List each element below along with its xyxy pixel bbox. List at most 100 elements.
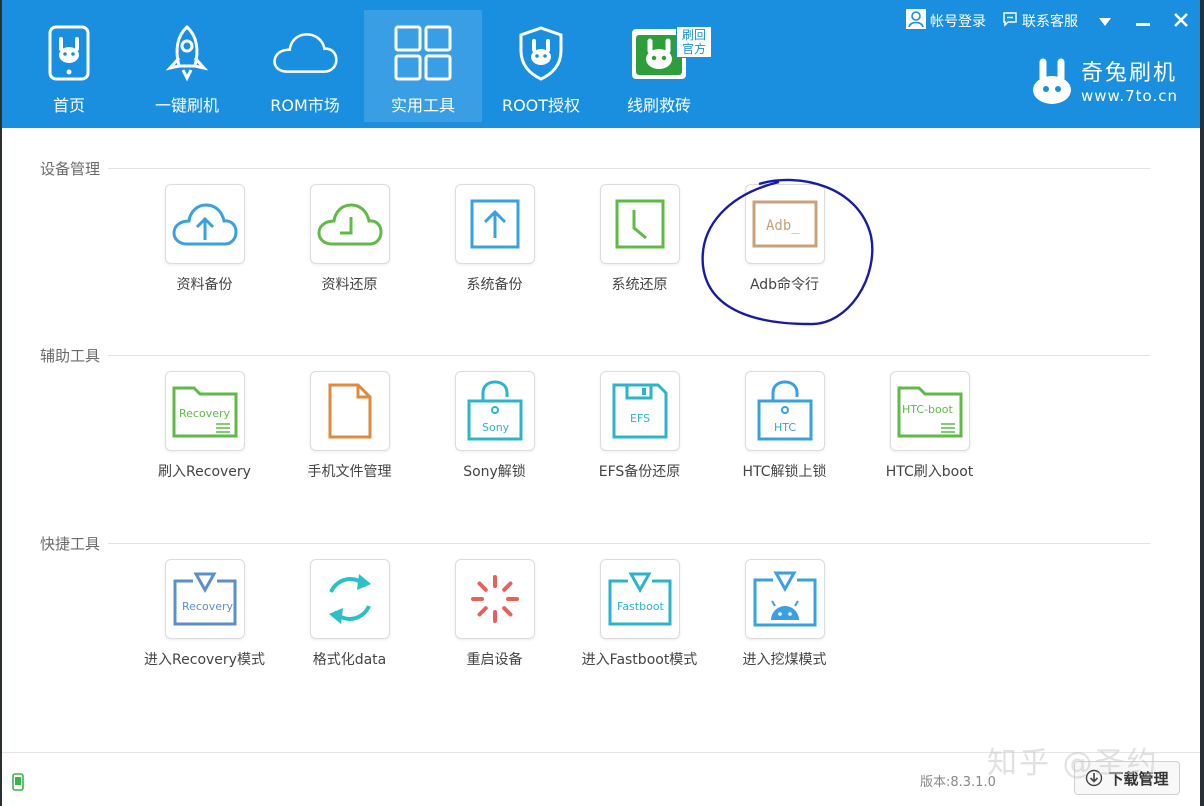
nav-item-rescue[interactable]: 线刷救砖 刷回官方 [600,10,718,122]
section-quick-tools: 快捷工具 Recovery 进入Recovery模式 格式化data 重启设备 [40,533,1150,668]
nav-item-one-click-flash[interactable]: 一键刷机 [128,10,246,122]
tool-enter-fastboot-mode[interactable]: Fastboot 进入Fastboot模式 [567,559,712,669]
tool-efs-backup[interactable]: EFS EFS备份还原 [567,371,712,481]
menu-dropdown-button[interactable] [1086,6,1124,36]
nav-label: 一键刷机 [154,96,219,115]
htc-unlock-icon: HTC [744,371,825,451]
section-title: 设备管理 [40,159,101,178]
flash-back-official-badge: 刷回官方 [676,26,712,58]
efs-icon-text: EFS [630,412,650,425]
tool-system-backup[interactable]: 系统备份 [422,184,567,294]
brand-logo: 奇兔刷机 www.7to.cn [1031,58,1178,110]
recovery-mode-icon: Recovery [164,559,245,639]
support-label: 联系客服 [1022,14,1078,30]
chevron-down-icon [1098,11,1112,32]
download-mode-icon [744,559,825,639]
tool-label: 进入Fastboot模式 [581,652,698,668]
minimize-button[interactable] [1124,6,1162,36]
cloud-restore-icon [309,184,390,264]
tool-htc-unlock[interactable]: HTC HTC解锁上锁 [712,371,857,481]
format-refresh-icon [309,559,390,639]
main-nav: 首页 一键刷机 ROM市场 实用工具 ROOT授权 线刷救砖 刷回官方 [10,10,718,122]
efs-floppy-icon: EFS [599,371,680,451]
tool-label: 进入挖煤模式 [742,652,827,668]
document-icon [309,371,390,451]
minimize-icon [1136,11,1150,32]
htc-icon-text: HTC [774,421,796,434]
nav-item-utilities[interactable]: 实用工具 [364,10,482,122]
brand-name: 奇兔刷机 [1080,61,1177,86]
nav-item-home[interactable]: 首页 [10,10,128,122]
tool-system-restore[interactable]: 系统还原 [567,184,712,294]
login-button[interactable]: 帐号登录 [898,6,994,36]
htc-boot-folder-icon: HTC-boot [889,371,970,451]
tool-flash-recovery[interactable]: Recovery 刷入Recovery [132,371,277,481]
sony-unlock-icon: Sony [454,371,535,451]
tool-format-data[interactable]: 格式化data [277,559,422,669]
device-connection-icon [12,773,24,795]
section-title: 快捷工具 [40,534,101,553]
shield-icon [508,20,574,86]
nav-label: 首页 [52,96,85,115]
rocket-icon [154,20,220,86]
chat-icon [1002,11,1018,31]
app-window: 首页 一键刷机 ROM市场 实用工具 ROOT授权 线刷救砖 刷回官方 帐号登录… [2,0,1200,806]
support-button[interactable]: 联系客服 [994,6,1086,36]
tool-file-manager[interactable]: 手机文件管理 [277,371,422,481]
tool-label: 格式化data [312,652,387,668]
system-restore-icon [599,184,680,264]
cloud-icon [272,20,338,86]
fastboot-mode-icon: Fastboot [599,559,680,639]
tool-label: 系统备份 [466,277,523,293]
nav-label: 实用工具 [390,96,455,115]
tool-enter-download-mode[interactable]: 进入挖煤模式 [712,559,857,669]
tool-data-restore[interactable]: 资料还原 [277,184,422,294]
recovery-folder-icon: Recovery [164,371,245,451]
tool-label: Sony解锁 [463,464,526,480]
tool-label: 系统还原 [611,277,668,293]
section-title: 辅助工具 [40,346,101,365]
recovery-mode-icon-text: Recovery [182,600,233,613]
close-button[interactable] [1162,6,1200,36]
sony-icon-text: Sony [482,421,510,434]
tool-label: 重启设备 [466,652,523,668]
close-icon [1174,11,1188,32]
top-actions: 帐号登录 联系客服 [898,6,1200,36]
section-auxiliary-tools: 辅助工具 Recovery 刷入Recovery 手机文件管理 Sony Son… [40,345,1150,480]
annotation-circle [701,178,874,326]
nav-label: 线刷救砖 [626,96,691,115]
watermark: 知乎 @圣约 [987,746,1159,781]
tool-label: HTC解锁上锁 [742,464,827,480]
nav-label: ROM市场 [270,96,340,115]
rabbit-logo-icon [1031,58,1073,110]
reboot-spinner-icon [454,559,535,639]
tool-sony-unlock[interactable]: Sony Sony解锁 [422,371,567,481]
tool-data-backup[interactable]: 资料备份 [132,184,277,294]
grid-icon [390,20,456,86]
divider [108,167,1150,169]
tool-label: 资料还原 [321,277,378,293]
tool-reboot-device[interactable]: 重启设备 [422,559,567,669]
recovery-icon-text: Recovery [179,407,230,420]
phone-icon [36,20,102,86]
tool-label: 资料备份 [176,277,233,293]
tool-label: EFS备份还原 [598,464,681,480]
version-label: 版本:8.3.1.0 [920,775,996,790]
htc-boot-icon-text: HTC-boot [902,403,953,416]
tool-enter-recovery-mode[interactable]: Recovery 进入Recovery模式 [132,559,277,669]
nav-item-root[interactable]: ROOT授权 [482,10,600,122]
tool-label: HTC刷入boot [885,464,974,480]
tool-label: 手机文件管理 [307,464,392,480]
nav-label: ROOT授权 [501,96,581,115]
user-icon [906,9,926,33]
top-navigation-bar: 首页 一键刷机 ROM市场 实用工具 ROOT授权 线刷救砖 刷回官方 帐号登录… [2,0,1200,128]
fastboot-icon-text: Fastboot [617,600,665,613]
system-backup-icon [454,184,535,264]
nav-item-rom-market[interactable]: ROM市场 [246,10,364,122]
tool-htc-flash-boot[interactable]: HTC-boot HTC刷入boot [857,371,1002,481]
tool-label: 刷入Recovery [158,464,251,480]
login-label: 帐号登录 [930,14,986,30]
section-device-management: 设备管理 资料备份 资料还原 系统备份 系统还原 Adb_ Adb命令行 [40,158,1150,293]
divider [108,542,1150,544]
divider [108,354,1150,356]
